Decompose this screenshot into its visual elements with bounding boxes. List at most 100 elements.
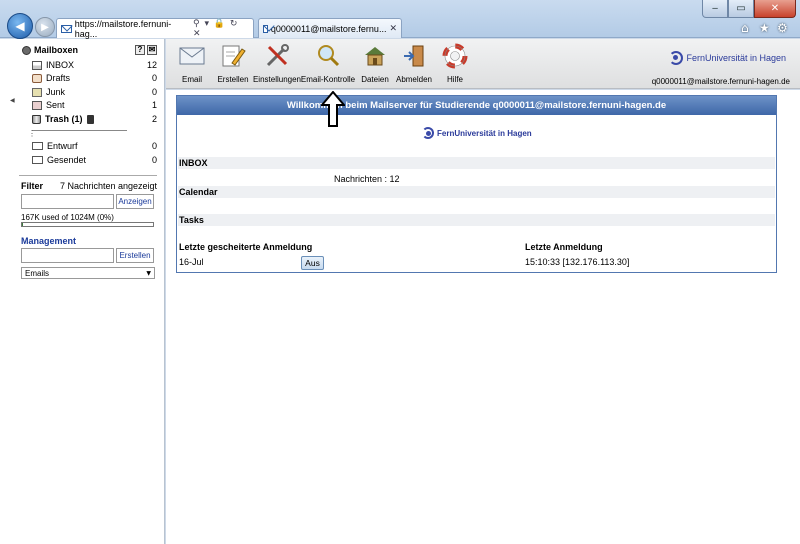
- panel-logo-text: FernUniversität in Hagen: [437, 128, 532, 138]
- fernuni-logo-icon: [669, 51, 684, 65]
- toolbar-compose[interactable]: Erstellen: [217, 43, 249, 84]
- filter-show-button[interactable]: Anzeigen: [116, 194, 154, 209]
- toolbar-label: Email-Kontrolle: [300, 75, 356, 84]
- toolbar-label: Einstellungen: [252, 75, 302, 84]
- folder-count: 0: [151, 73, 157, 83]
- toolbar-logout[interactable]: Abmelden: [396, 43, 432, 84]
- folder-count: 0: [151, 87, 157, 97]
- close-window-button[interactable]: ✕: [754, 0, 796, 18]
- address-url[interactable]: https://mailstore.fernuni-hag...: [75, 19, 190, 39]
- tasks-section-title: Tasks: [178, 214, 775, 226]
- toolbar-label: Hilfe: [446, 75, 463, 84]
- management-type-select[interactable]: Emails ▼: [21, 267, 155, 279]
- folder-name[interactable]: INBOX: [46, 60, 74, 70]
- folder-name[interactable]: Sent: [46, 100, 65, 110]
- empty-trash-icon[interactable]: [86, 114, 94, 124]
- filter-input[interactable]: [21, 194, 114, 209]
- home-icon[interactable]: ⌂: [741, 21, 749, 35]
- toolbar-settings[interactable]: Einstellungen: [252, 43, 302, 84]
- last-login-label: Letzte Anmeldung: [525, 242, 603, 252]
- maximize-button[interactable]: ▭: [728, 0, 754, 18]
- filter-row: Filter 7 Nachrichten angezeigt: [21, 181, 157, 191]
- mouse-pointer-icon: [321, 91, 345, 127]
- toolbar-help[interactable]: Hilfe: [442, 43, 468, 84]
- settings-gear-icon[interactable]: ⚙: [777, 21, 788, 35]
- minimize-button[interactable]: ‒: [702, 0, 728, 18]
- toolbar-label: Dateien: [361, 75, 389, 84]
- inbox-icon: [32, 60, 42, 70]
- folder-name[interactable]: Gesendet: [47, 155, 86, 165]
- create-button[interactable]: Erstellen: [116, 248, 154, 263]
- folder-trash[interactable]: Trash (1) 2: [32, 113, 157, 125]
- drafts-icon: [32, 73, 42, 83]
- calendar-section-title: Calendar: [178, 186, 775, 198]
- fernuni-logo-icon: [422, 127, 434, 139]
- quota-text: 167K used of 1024M (0%): [21, 213, 114, 222]
- management-input[interactable]: [21, 248, 114, 263]
- folder-drafts[interactable]: Drafts 0: [32, 72, 157, 84]
- forward-button[interactable]: ▶: [35, 17, 55, 37]
- magnifier-icon: [315, 43, 341, 69]
- address-tools[interactable]: ⚲ ▾ 🔒 ↻ ✕: [193, 19, 249, 39]
- mailboxes-header: Mailboxen ? ✉: [22, 45, 157, 55]
- folder-count: 2: [151, 114, 157, 124]
- failed-login-value: 16-Jul: [179, 257, 204, 267]
- toolbar-label: Erstellen: [217, 75, 249, 84]
- mailboxes-icon: [22, 45, 31, 55]
- tab-mailstore[interactable]: q0000011@mailstore.fernu... ✕: [258, 18, 402, 38]
- envelope-icon: [179, 43, 205, 69]
- folder-entwurf[interactable]: Entwurf 0: [32, 140, 157, 152]
- envelope-icon: [61, 24, 72, 33]
- folder-name[interactable]: Junk: [46, 87, 65, 97]
- select-value: Emails: [25, 268, 50, 278]
- envelope-icon: [32, 156, 43, 164]
- welcome-header: Willkommen beim Mailserver für Studieren…: [177, 96, 776, 115]
- separator-dots: ⋮: [28, 129, 36, 138]
- folder-count: 12: [146, 60, 157, 70]
- arrow-left-icon: ◀: [15, 19, 25, 33]
- message-count: Nachrichten : 12: [334, 174, 400, 184]
- folder-count: 0: [151, 155, 157, 165]
- inbox-section-title: INBOX: [178, 157, 775, 169]
- toolbar-email[interactable]: Email: [178, 43, 206, 84]
- toolbar-files[interactable]: Dateien: [360, 43, 390, 84]
- toolbar-label: Abmelden: [395, 75, 433, 84]
- quota-bar: [21, 222, 154, 227]
- collapse-triangle-icon[interactable]: ◀: [10, 97, 15, 104]
- toolbar-label: Email: [181, 75, 202, 84]
- compose-icon: [220, 43, 246, 69]
- browser-chrome: ‒ ▭ ✕ ◀ ▶ https://mailstore.fernuni-hag.…: [0, 0, 800, 39]
- folder-inbox[interactable]: INBOX 12: [32, 59, 157, 71]
- back-button[interactable]: ◀: [7, 13, 33, 39]
- folder-sent[interactable]: Sent 1: [32, 99, 157, 111]
- envelope-icon: [32, 142, 43, 150]
- folder-gesendet[interactable]: Gesendet 0: [32, 154, 157, 166]
- aus-button[interactable]: Aus: [301, 256, 324, 270]
- favorites-icon[interactable]: ★: [759, 21, 770, 35]
- toolbar-email-control[interactable]: Email-Kontrolle: [300, 43, 356, 84]
- folder-junk[interactable]: Junk 0: [32, 86, 157, 98]
- help-icon[interactable]: ?: [135, 45, 145, 55]
- junk-icon: [32, 87, 42, 97]
- failed-login-label: Letzte gescheiterte Anmeldung: [179, 242, 313, 252]
- tools-icon: [264, 43, 290, 69]
- welcome-panel: Willkommen beim Mailserver für Studieren…: [176, 95, 777, 273]
- folder-name[interactable]: Drafts: [46, 73, 70, 83]
- envelope-icon: [263, 24, 268, 33]
- divider: [19, 175, 157, 176]
- folder-count: 1: [151, 100, 157, 110]
- folder-name[interactable]: Trash (1): [45, 114, 83, 124]
- folder-name[interactable]: Entwurf: [47, 141, 78, 151]
- address-bar[interactable]: https://mailstore.fernuni-hag... ⚲ ▾ 🔒 ↻…: [56, 18, 254, 39]
- brand-name: FernUniversität in Hagen: [686, 53, 786, 63]
- toolbar: Email Erstellen Einstellungen Email-Kont…: [166, 39, 800, 89]
- quota-bar-fill: [22, 223, 24, 226]
- new-folder-envelope-icon[interactable]: ✉: [147, 45, 157, 55]
- house-icon: [362, 43, 388, 69]
- mailboxes-label[interactable]: Mailboxen: [34, 45, 78, 55]
- chevron-down-icon: ▼: [146, 269, 151, 277]
- tab-title: q0000011@mailstore.fernu...: [270, 23, 387, 34]
- last-login-value: 15:10:33 [132.176.113.30]: [525, 257, 630, 267]
- arrow-right-icon: ▶: [41, 21, 49, 33]
- tab-close-icon[interactable]: ✕: [389, 24, 397, 34]
